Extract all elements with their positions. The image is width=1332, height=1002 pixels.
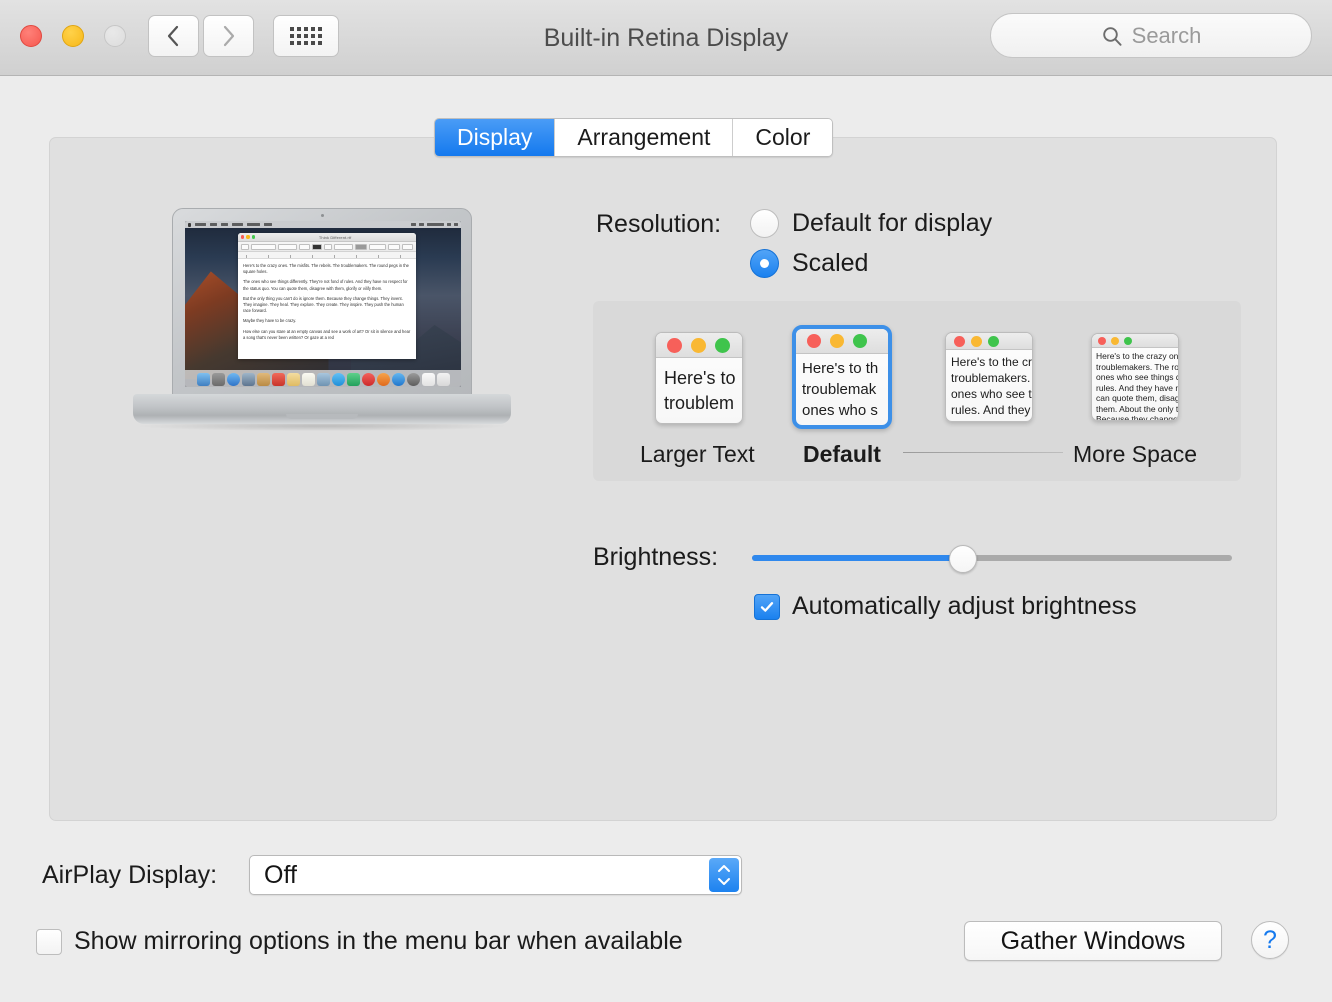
preview-paragraph: But the only thing you can't do is ignor… xyxy=(243,295,404,314)
resolution-thumbnail-more-space-2[interactable]: Here's to the crazy one troublemakers. T… xyxy=(1091,333,1179,421)
macbook-trackpad-notch xyxy=(286,414,358,419)
resolution-option-default[interactable]: Default for display xyxy=(750,209,992,238)
airplay-display-popup[interactable]: Off xyxy=(249,855,742,895)
preview-paragraph: The ones who see things differently. The… xyxy=(243,279,408,291)
chevron-down-icon xyxy=(718,878,730,885)
preview-textedit-ruler xyxy=(238,252,416,259)
resolution-label: Resolution: xyxy=(596,210,722,238)
thumbnail-text-line: troublem xyxy=(664,393,735,413)
preview-menu-bar xyxy=(185,221,461,228)
resolution-thumbnail-more-space-1[interactable]: Here's to the cr troublemakers. ones who… xyxy=(945,332,1033,422)
facetime-camera-icon xyxy=(320,214,324,217)
thumbnail-text-line: troublemak xyxy=(802,381,877,398)
thumbnail-text-line: troublemakers. The rou xyxy=(1096,361,1179,372)
radio-default-for-display[interactable] xyxy=(750,209,779,238)
thumbnail-text-line: can quote them, disagr xyxy=(1096,393,1179,403)
thumbnail-text-line: Here's to xyxy=(664,368,736,388)
brightness-slider[interactable] xyxy=(752,545,1232,573)
apple-menu-icon xyxy=(188,222,191,227)
macbook-screen: Think Different.rtf Here's to the crazy … xyxy=(185,221,461,387)
preview-document-body: Here's to the crazy ones. The misfits. T… xyxy=(238,259,416,349)
search-field[interactable]: Search xyxy=(990,13,1312,58)
tab-arrangement[interactable]: Arrangement xyxy=(555,119,734,156)
chevron-up-icon xyxy=(718,865,730,872)
macbook-base xyxy=(133,394,511,424)
scale-label-larger-text: Larger Text xyxy=(640,441,755,467)
resolution-thumbnail-default[interactable]: Here's to th troublemak ones who s xyxy=(792,325,892,429)
auto-brightness-label: Automatically adjust brightness xyxy=(792,592,1137,620)
radio-default-label: Default for display xyxy=(792,209,993,237)
preview-textedit-toolbar xyxy=(238,242,416,252)
thumbnail-text-line: rules. And they have no xyxy=(1096,382,1179,393)
checkmark-icon xyxy=(760,601,774,612)
mirroring-option-row[interactable]: Show mirroring options in the menu bar w… xyxy=(36,927,683,956)
search-placeholder: Search xyxy=(1131,22,1202,48)
auto-brightness-row[interactable]: Automatically adjust brightness xyxy=(754,592,1137,621)
preview-paragraph: How else can you stare at an empty canva… xyxy=(243,328,411,340)
preview-textedit-titlebar: Think Different.rtf xyxy=(238,233,416,242)
thumbnail-text-line: ones who see things di xyxy=(1096,372,1179,382)
scale-track-line xyxy=(903,452,1063,453)
search-icon xyxy=(1102,26,1122,46)
thumbnail-text-line: them. About the only th xyxy=(1096,403,1179,414)
auto-brightness-checkbox[interactable] xyxy=(754,593,780,620)
resolution-thumbnail-larger-text[interactable]: Here's to troublem xyxy=(655,332,743,424)
tab-color[interactable]: Color xyxy=(733,119,833,156)
display-preferences-window: Built-in Retina Display Search Display A… xyxy=(0,0,1332,1002)
display-preview-image: Think Different.rtf Here's to the crazy … xyxy=(133,208,511,436)
thumbnail-text-line: ones who s xyxy=(802,402,878,419)
thumbnail-text-line: Here's to th xyxy=(802,360,879,377)
airplay-label: AirPlay Display: xyxy=(42,861,218,889)
preview-textedit-window: Think Different.rtf Here's to the crazy … xyxy=(238,233,416,359)
preference-tabs: Display Arrangement Color xyxy=(434,118,834,157)
mirroring-checkbox[interactable] xyxy=(36,928,62,955)
brightness-slider-fill xyxy=(752,555,964,561)
macbook-lid: Think Different.rtf Here's to the crazy … xyxy=(172,208,472,398)
preview-paragraph: Maybe they have to be crazy. xyxy=(243,318,297,324)
window-titlebar: Built-in Retina Display Search xyxy=(0,0,1332,76)
scale-label-default: Default xyxy=(803,441,881,467)
resolution-option-scaled[interactable]: Scaled xyxy=(750,249,868,278)
thumbnail-text-line: ones who see t xyxy=(951,387,1032,401)
thumbnail-text-line: Because they change t xyxy=(1096,414,1179,421)
mirroring-label: Show mirroring options in the menu bar w… xyxy=(74,927,683,955)
brightness-slider-thumb[interactable] xyxy=(949,545,978,573)
tab-display[interactable]: Display xyxy=(435,119,556,156)
gather-windows-button[interactable]: Gather Windows xyxy=(964,921,1222,961)
scale-label-more-space: More Space xyxy=(1073,441,1198,467)
airplay-stepper-arrows[interactable] xyxy=(709,858,739,892)
thumbnail-text-line: Here's to the cr xyxy=(951,355,1032,369)
thumbnail-text-line: Here's to the crazy one xyxy=(1096,351,1179,361)
thumbnail-text-line: troublemakers. xyxy=(951,371,1031,385)
brightness-label: Brightness: xyxy=(593,543,719,571)
preview-dock xyxy=(185,370,461,387)
help-button[interactable]: ? xyxy=(1251,921,1289,959)
thumbnail-text-line: rules. And they xyxy=(951,403,1031,417)
radio-scaled-label: Scaled xyxy=(792,249,869,277)
preview-paragraph: Here's to the crazy ones. The misfits. T… xyxy=(243,263,409,275)
airplay-display-value: Off xyxy=(264,860,297,889)
preview-document-title: Think Different.rtf xyxy=(318,234,352,240)
radio-scaled[interactable] xyxy=(750,249,779,278)
